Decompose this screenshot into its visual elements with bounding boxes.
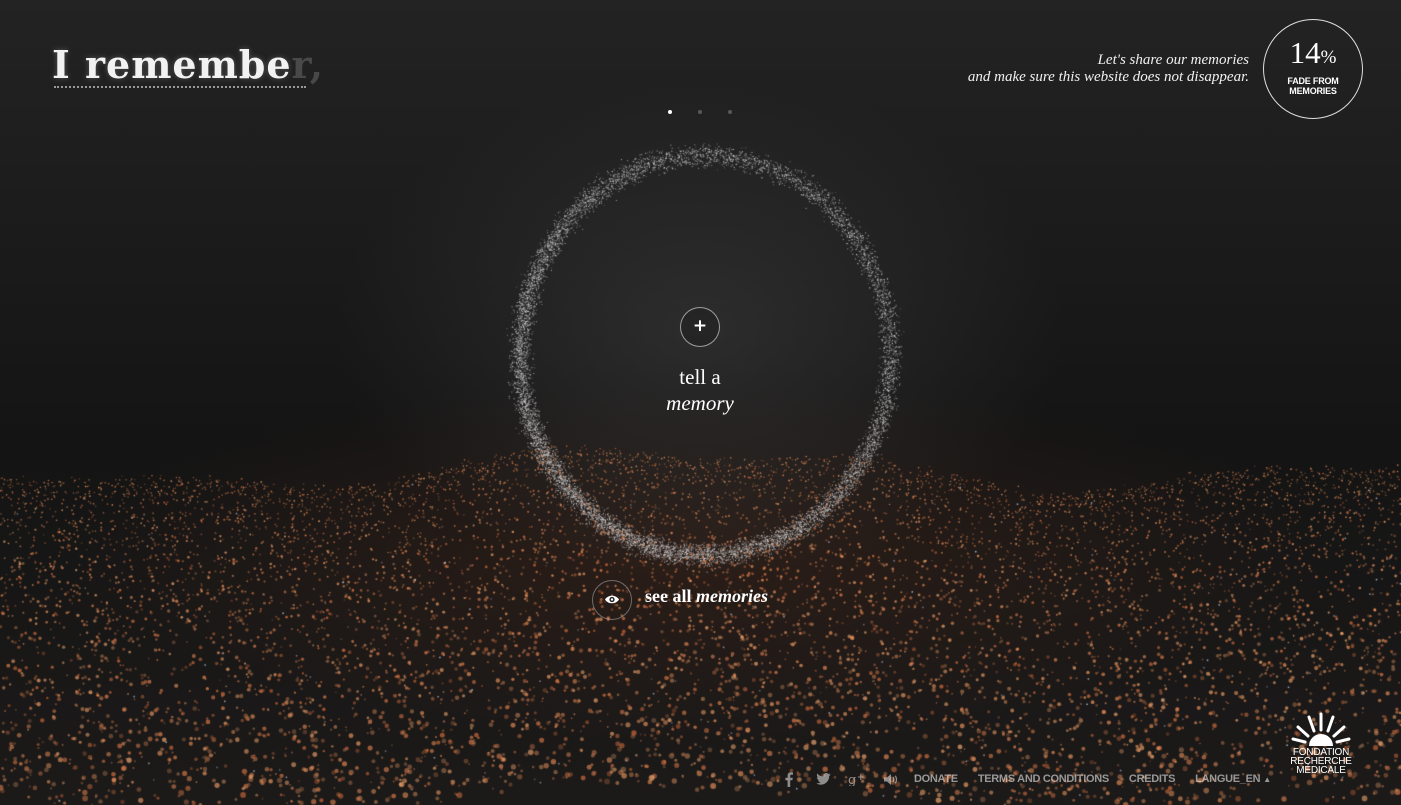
- twitter-icon[interactable]: [812, 770, 834, 788]
- see-all-button[interactable]: [592, 580, 632, 620]
- svg-text:+: +: [857, 773, 865, 783]
- footer-bar: g + DONATE TERMS AND CONDITIONS CREDITS …: [778, 770, 1291, 788]
- see-all-memories-link[interactable]: see all memories: [645, 586, 768, 607]
- fade-percentage-unit: %: [1320, 47, 1337, 68]
- google-plus-icon[interactable]: g +: [846, 770, 868, 788]
- plus-icon: +: [692, 316, 708, 336]
- language-label: LANGUE_EN: [1195, 773, 1261, 785]
- terms-link[interactable]: TERMS AND CONDITIONS: [978, 773, 1109, 785]
- foundation-name: FONDATION RECHERCHE MÉDICALE: [1286, 748, 1356, 776]
- fade-percentage: 14%: [1264, 35, 1362, 73]
- app-root: I remember, Let's share our memories and…: [0, 0, 1401, 805]
- tagline: Let's share our memories and make sure t…: [968, 52, 1249, 86]
- logo-text: I remembe: [52, 42, 292, 87]
- foundation-line3: MÉDICALE: [1296, 765, 1346, 776]
- tell-memory-button[interactable]: +: [680, 307, 720, 347]
- language-selector[interactable]: LANGUE_EN ▲: [1195, 773, 1271, 785]
- tagline-line2: and make sure this website does not disa…: [967, 69, 1249, 85]
- tagline-line1: Let's share our memories: [1097, 52, 1249, 68]
- sound-icon[interactable]: [880, 770, 902, 788]
- fade-label-line2: MEMORIES: [1289, 86, 1337, 96]
- donate-link[interactable]: DONATE: [914, 773, 958, 785]
- tell-memory-line1: tell a: [679, 365, 721, 389]
- eye-icon: [605, 595, 619, 604]
- svg-text:g: g: [848, 773, 856, 786]
- see-all-text: see all: [645, 586, 692, 606]
- sun-icon: [1291, 712, 1351, 746]
- pager-dot-2[interactable]: [698, 110, 702, 114]
- site-logo[interactable]: I remember,: [52, 42, 324, 87]
- fade-counter: 14% FADE FROM MEMORIES: [1263, 19, 1363, 119]
- fade-percentage-value: 14: [1289, 35, 1321, 70]
- fade-label: FADE FROM MEMORIES: [1264, 76, 1362, 96]
- credits-link[interactable]: CREDITS: [1129, 773, 1175, 785]
- logo-underline: [54, 86, 306, 88]
- see-all-text-italic: memories: [696, 586, 768, 606]
- tell-memory-label[interactable]: tell a memory: [600, 364, 800, 416]
- tell-memory-line2: memory: [666, 391, 734, 415]
- facebook-icon[interactable]: [778, 770, 800, 788]
- pager-dot-1[interactable]: [668, 110, 672, 114]
- logo-text-faded: r,: [291, 42, 325, 87]
- fade-label-line1: FADE FROM: [1287, 76, 1339, 86]
- pager-dot-3[interactable]: [728, 110, 732, 114]
- caret-up-icon: ▲: [1263, 775, 1271, 784]
- foundation-logo[interactable]: FONDATION RECHERCHE MÉDICALE: [1286, 710, 1356, 785]
